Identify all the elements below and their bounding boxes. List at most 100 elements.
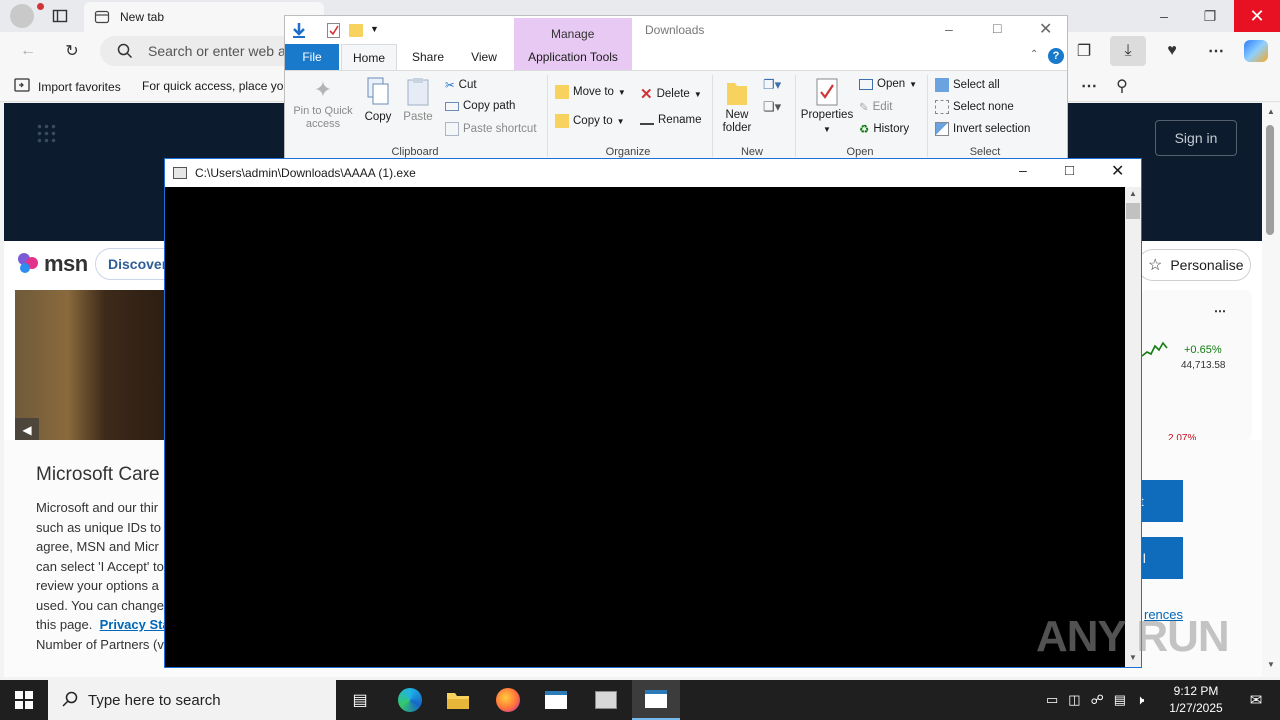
- clock-date: 1/27/2025: [1169, 701, 1223, 715]
- customize-qat-icon[interactable]: ▼: [370, 24, 379, 34]
- photo-prev-arrow[interactable]: ◀: [15, 418, 39, 442]
- refresh-icon[interactable]: ↻: [56, 36, 88, 66]
- properties-button[interactable]: Properties ▼: [799, 77, 855, 135]
- privacy-statement-link[interactable]: Privacy Sta: [100, 617, 170, 632]
- select-none-button[interactable]: Select none: [935, 100, 1014, 114]
- new-item-icon[interactable]: ❐▾: [763, 77, 781, 93]
- more-favorites-icon[interactable]: ⋯: [1073, 71, 1105, 101]
- console-scroll-up[interactable]: ▲: [1129, 189, 1137, 198]
- sign-in-button[interactable]: Sign in: [1155, 120, 1237, 156]
- select-all-button[interactable]: Select all: [935, 78, 1000, 92]
- consent-line: can select 'I Accept' to: [36, 558, 164, 574]
- network-icon[interactable]: ▤: [1114, 692, 1126, 708]
- properties-qat-icon[interactable]: [327, 23, 340, 38]
- msn-logo-text: msn: [44, 251, 88, 276]
- network-app-taskbar-icon[interactable]: [582, 680, 630, 720]
- reject-all-button[interactable]: ll: [1140, 537, 1183, 579]
- browser-minimize-button[interactable]: –: [1141, 0, 1187, 32]
- quick-access-down-icon[interactable]: [291, 22, 307, 41]
- new-folder-qat-icon[interactable]: [349, 24, 363, 37]
- easy-access-icon[interactable]: ❏▾: [763, 99, 781, 115]
- volume-icon[interactable]: 🕨: [1136, 692, 1144, 708]
- tab-home[interactable]: Home: [341, 44, 397, 70]
- console-titlebar[interactable]: C:\Users\admin\Downloads\AAAA (1).exe: [165, 159, 1141, 187]
- move-to-button[interactable]: Move to ▼: [555, 85, 626, 99]
- console-scroll-thumb[interactable]: [1126, 203, 1140, 219]
- tablet-icon[interactable]: ▭: [1046, 692, 1058, 708]
- import-favorites-link[interactable]: Import favorites: [14, 78, 121, 95]
- copilot-icon[interactable]: [1244, 40, 1268, 62]
- app-taskbar-icon[interactable]: [532, 680, 580, 720]
- console-scrollbar[interactable]: ▲ ▼: [1125, 187, 1141, 667]
- collapse-ribbon-icon[interactable]: ⌃: [1030, 49, 1038, 60]
- explorer-maximize-button[interactable]: □: [993, 20, 1001, 36]
- invert-selection-label: Invert selection: [953, 123, 1031, 135]
- paste-button[interactable]: Paste: [401, 77, 435, 123]
- tab-actions-icon[interactable]: [44, 1, 76, 31]
- console-maximize-button[interactable]: □: [1065, 162, 1074, 179]
- scroll-thumb[interactable]: [1266, 125, 1274, 235]
- notifications-icon[interactable]: ✉: [1232, 680, 1280, 720]
- accept-button[interactable]: t: [1140, 480, 1183, 522]
- browser-essentials-icon[interactable]: ♥: [1156, 36, 1188, 66]
- copy-button[interactable]: Copy: [361, 77, 395, 123]
- console-minimize-button[interactable]: –: [1019, 162, 1027, 178]
- back-icon[interactable]: ←: [12, 36, 44, 66]
- console-output[interactable]: [165, 187, 1125, 667]
- tab-file[interactable]: File: [285, 44, 339, 70]
- explorer-close-button[interactable]: ✕: [1039, 19, 1052, 39]
- open-button[interactable]: Open ▼: [859, 78, 917, 90]
- apps-grid-icon[interactable]: [36, 123, 56, 143]
- tab-application-tools[interactable]: Application Tools: [514, 44, 632, 70]
- shield-icon[interactable]: ☍: [1091, 692, 1104, 708]
- pin-quick-access-button[interactable]: ✦ Pin to Quick access: [289, 77, 357, 131]
- select-none-icon: [935, 100, 949, 114]
- open-group-label: Open: [846, 146, 874, 158]
- history-button[interactable]: ♻ History: [859, 122, 909, 136]
- file-explorer-taskbar-icon[interactable]: [434, 680, 482, 720]
- tab-title: New tab: [120, 10, 165, 24]
- new-folder-button[interactable]: New folder: [717, 77, 757, 135]
- copy-to-button[interactable]: Copy to ▼: [555, 114, 625, 128]
- pin-icon[interactable]: ⚲: [1106, 71, 1138, 101]
- stock-card-more-icon[interactable]: ⋯: [1214, 304, 1226, 318]
- scroll-up-arrow[interactable]: ▲: [1267, 107, 1275, 116]
- scroll-down-arrow[interactable]: ▼: [1267, 660, 1275, 669]
- tab-share[interactable]: Share: [403, 44, 453, 70]
- rename-button[interactable]: Rename: [640, 114, 701, 126]
- edit-button[interactable]: ✎ Edit: [859, 100, 892, 114]
- pin-label: Pin to Quick access: [293, 105, 353, 130]
- personalise-button[interactable]: ☆ Personalise: [1137, 249, 1251, 281]
- browser-restore-button[interactable]: ❐: [1187, 0, 1233, 32]
- task-view-icon[interactable]: ▤: [336, 680, 384, 720]
- delete-button[interactable]: ✕ Delete ▼: [640, 85, 702, 103]
- organize-group-label: Organize: [605, 146, 651, 158]
- profile-avatar[interactable]: [10, 3, 44, 28]
- taskbar-search[interactable]: Type here to search: [48, 680, 336, 720]
- console-taskbar-icon[interactable]: [632, 680, 680, 720]
- edge-taskbar-icon[interactable]: [386, 680, 434, 720]
- help-icon[interactable]: ?: [1048, 48, 1064, 64]
- tab-share-label: Share: [411, 50, 445, 64]
- browser-close-button[interactable]: ✕: [1234, 0, 1280, 32]
- edit-icon: ✎: [859, 102, 869, 114]
- console-close-button[interactable]: ✕: [1111, 161, 1124, 181]
- clock[interactable]: 9:12 PM 1/27/2025: [1166, 683, 1226, 717]
- cut-label: Cut: [458, 79, 477, 91]
- settings-more-icon[interactable]: ⋯: [1200, 36, 1232, 66]
- paste-shortcut-button[interactable]: Paste shortcut: [445, 122, 537, 136]
- start-button[interactable]: [0, 680, 48, 720]
- cut-button[interactable]: ✂ Cut: [445, 78, 477, 92]
- usb-icon[interactable]: ◫: [1068, 692, 1080, 708]
- tab-view[interactable]: View: [459, 44, 509, 70]
- explorer-minimize-button[interactable]: –: [945, 21, 953, 37]
- copy-path-button[interactable]: Copy path: [445, 100, 515, 112]
- page-scrollbar[interactable]: ▲ ▼: [1262, 103, 1280, 677]
- consent-line: Microsoft and our thir: [36, 500, 159, 515]
- stock-card[interactable]: ⋯ +0.65% 44,713.58 2.07%: [1140, 290, 1252, 440]
- downloads-icon[interactable]: ⤓: [1110, 36, 1146, 66]
- collections-icon[interactable]: ❐: [1068, 36, 1100, 66]
- explorer-window: ▼ Manage Downloads – □ ✕ File Home Share…: [284, 15, 1068, 160]
- firefox-taskbar-icon[interactable]: [484, 680, 532, 720]
- invert-selection-button[interactable]: Invert selection: [935, 122, 1030, 136]
